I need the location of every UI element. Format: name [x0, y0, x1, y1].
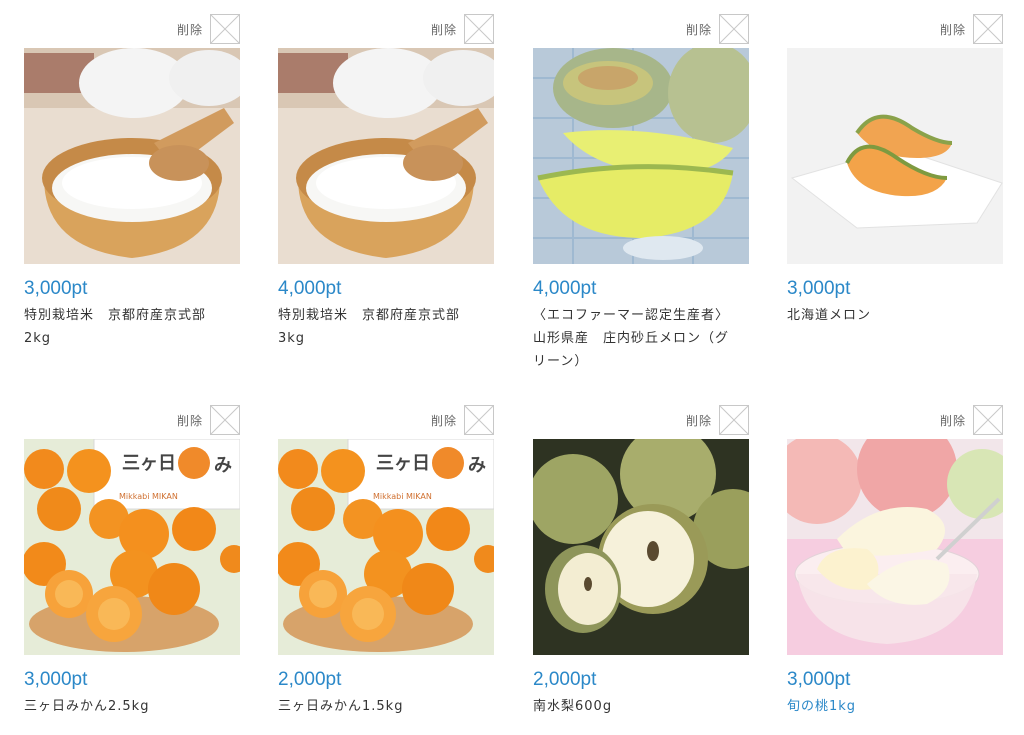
delete-row: 削除 [431, 12, 494, 46]
product-points: 2,000pt [278, 669, 342, 690]
delete-button[interactable] [973, 14, 1003, 44]
delete-button[interactable] [719, 14, 749, 44]
delete-label: 削除 [430, 22, 457, 37]
mikan-box-sub: Mikkabi MIKAN [119, 492, 178, 501]
delete-label: 削除 [685, 22, 712, 37]
product-card: 削除 3,000pt 特別栽培米 京都府産京式部 2kg [24, 12, 240, 382]
delete-button[interactable] [210, 405, 240, 435]
delete-row: 削除 [177, 12, 240, 46]
product-card: 削除 4,000pt 特別栽培米 京都府産京式部 3kg [278, 12, 494, 382]
product-grid: 削除 3,000pt 特別栽培米 京都府産京式部 2kg 削除 4,000pt … [0, 0, 1024, 735]
product-image-rice[interactable] [24, 48, 240, 264]
product-points: 4,000pt [278, 278, 342, 299]
mikan-box-text2: み [214, 455, 232, 476]
delete-label: 削除 [685, 413, 712, 428]
delete-row: 削除 [686, 12, 749, 46]
delete-row: 削除 [686, 403, 749, 437]
delete-button[interactable] [719, 405, 749, 435]
product-points: 3,000pt [787, 278, 851, 299]
product-image-green-melon[interactable] [533, 48, 749, 264]
delete-label: 削除 [176, 22, 203, 37]
delete-x-icon [465, 15, 493, 43]
delete-x-icon [720, 406, 748, 434]
product-name[interactable]: 三ヶ日みかん1.5kg [278, 695, 494, 718]
delete-x-icon [974, 15, 1002, 43]
delete-x-icon [211, 406, 239, 434]
product-card: 削除 3,000pt 北海道メロン [787, 12, 1003, 382]
product-card: 削除 三ヶ日 み Mikkabi MIKAN [24, 403, 240, 733]
product-image-orange-melon[interactable] [787, 48, 1003, 264]
mikan-box-text: 三ヶ日 [376, 453, 430, 474]
product-points: 3,000pt [24, 669, 88, 690]
product-points: 3,000pt [787, 669, 851, 690]
delete-button[interactable] [464, 14, 494, 44]
product-name[interactable]: 特別栽培米 京都府産京式部 3kg [278, 304, 494, 350]
delete-x-icon [211, 15, 239, 43]
delete-x-icon [465, 406, 493, 434]
delete-x-icon [974, 406, 1002, 434]
product-image-mikan[interactable]: 三ヶ日 み Mikkabi MIKAN [278, 439, 494, 655]
product-points: 4,000pt [533, 278, 597, 299]
delete-row: 削除 [940, 12, 1003, 46]
product-points: 3,000pt [24, 278, 88, 299]
delete-button[interactable] [210, 14, 240, 44]
mikan-box-text: 三ヶ日 [122, 453, 176, 474]
product-card: 削除 三ヶ日 み Mikkabi MIKAN [278, 403, 494, 733]
delete-x-icon [720, 15, 748, 43]
product-image-rice[interactable] [278, 48, 494, 264]
product-name[interactable]: 南水梨600g [533, 695, 749, 718]
product-image-pear[interactable] [533, 439, 749, 655]
product-points: 2,000pt [533, 669, 597, 690]
product-name[interactable]: 北海道メロン [787, 304, 1003, 327]
delete-row: 削除 [177, 403, 240, 437]
delete-row: 削除 [431, 403, 494, 437]
product-image-peach[interactable] [787, 439, 1003, 655]
product-card: 削除 4,000pt 〈エコファーマー認定生産者〉 山形県産 庄内砂丘メロン（グ… [533, 12, 749, 382]
delete-label: 削除 [939, 22, 966, 37]
mikan-box-sub: Mikkabi MIKAN [373, 492, 432, 501]
product-name[interactable]: 特別栽培米 京都府産京式部 2kg [24, 304, 240, 350]
delete-row: 削除 [940, 403, 1003, 437]
product-card: 削除 3,000pt 旬の桃1kg [787, 403, 1003, 733]
product-name-link[interactable]: 旬の桃1kg [787, 695, 1003, 718]
product-card: 削除 2,000pt 南水梨600g [533, 403, 749, 733]
delete-button[interactable] [973, 405, 1003, 435]
mikan-box-text2: み [468, 455, 486, 476]
product-name[interactable]: 〈エコファーマー認定生産者〉 山形県産 庄内砂丘メロン（グ リーン） [533, 304, 749, 373]
delete-label: 削除 [939, 413, 966, 428]
delete-label: 削除 [430, 413, 457, 428]
delete-button[interactable] [464, 405, 494, 435]
product-name[interactable]: 三ヶ日みかん2.5kg [24, 695, 240, 718]
delete-label: 削除 [176, 413, 203, 428]
product-image-mikan[interactable]: 三ヶ日 み Mikkabi MIKAN [24, 439, 240, 655]
